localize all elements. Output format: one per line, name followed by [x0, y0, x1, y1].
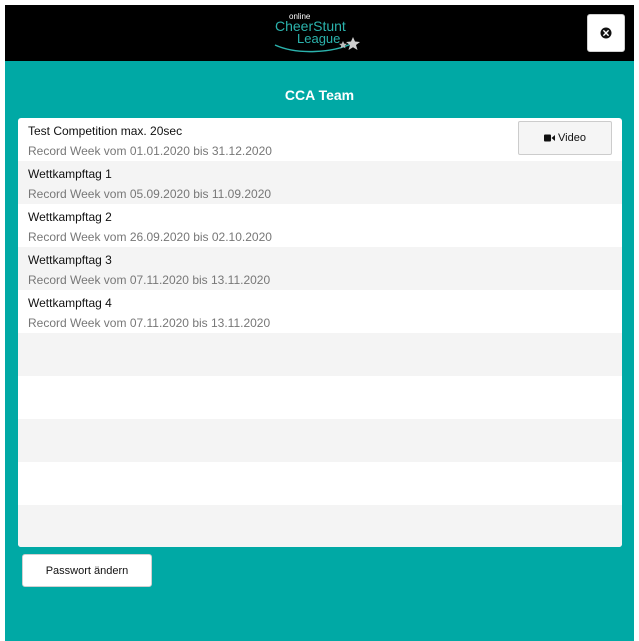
empty-row	[18, 376, 622, 419]
competition-title: Wettkampftag 3	[28, 253, 112, 267]
competition-title: Wettkampftag 1	[28, 167, 112, 181]
record-week-range: Record Week vom 07.11.2020 bis 13.11.202…	[28, 273, 271, 287]
video-camera-icon	[544, 134, 556, 142]
circle-x-icon	[600, 27, 612, 39]
empty-row	[18, 505, 622, 547]
video-button-label: Video	[558, 132, 586, 144]
video-button[interactable]: Video	[518, 121, 612, 155]
top-bar: online CheerStunt League	[5, 5, 634, 61]
empty-row	[18, 419, 622, 462]
competition-row-4[interactable]: Wettkampftag 3 Record Week vom 07.11.202…	[18, 247, 622, 290]
logo-graphic: online CheerStunt League	[274, 12, 360, 53]
empty-row	[18, 333, 622, 376]
record-week-range: Record Week vom 07.11.2020 bis 13.11.202…	[28, 316, 271, 330]
competition-row-2[interactable]: Wettkampftag 1 Record Week vom 05.09.202…	[18, 161, 622, 204]
app-frame: online CheerStunt League CCA Team Test C…	[5, 5, 634, 641]
change-password-button[interactable]: Passwort ändern	[22, 554, 152, 587]
competition-row-3[interactable]: Wettkampftag 2 Record Week vom 26.09.202…	[18, 204, 622, 247]
team-title: CCA Team	[284, 87, 355, 103]
competition-title: Test Competition max. 20sec	[28, 124, 183, 138]
close-button[interactable]	[587, 14, 625, 52]
competition-row-5[interactable]: Wettkampftag 4 Record Week vom 07.11.202…	[18, 290, 622, 333]
competition-title: Wettkampftag 2	[28, 210, 112, 224]
empty-row	[18, 462, 622, 505]
competition-row-1[interactable]: Test Competition max. 20sec Record Week …	[18, 118, 622, 161]
svg-text:League: League	[297, 31, 340, 46]
competition-list: Test Competition max. 20sec Record Week …	[18, 118, 622, 547]
cheerstunt-league-logo: online CheerStunt League	[267, 9, 371, 55]
record-week-range: Record Week vom 01.01.2020 bis 31.12.202…	[28, 144, 272, 158]
competition-title: Wettkampftag 4	[28, 296, 112, 310]
record-week-range: Record Week vom 05.09.2020 bis 11.09.202…	[28, 187, 272, 201]
record-week-range: Record Week vom 26.09.2020 bis 02.10.202…	[28, 230, 272, 244]
